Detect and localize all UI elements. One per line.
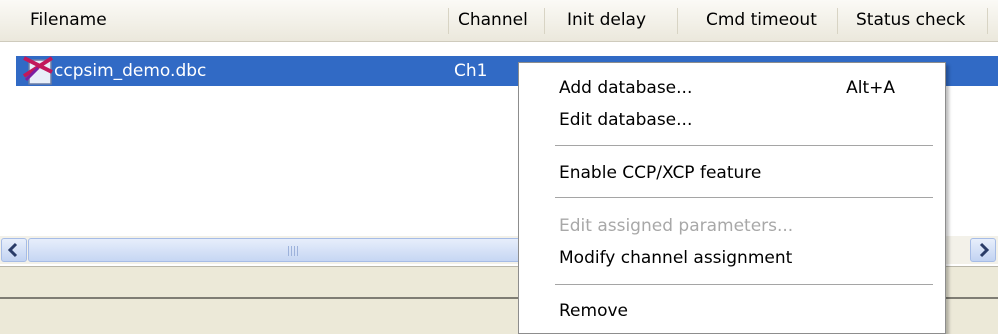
menu-item-edit-database[interactable]: Edit database... bbox=[559, 105, 692, 135]
column-header-channel[interactable]: Channel bbox=[449, 0, 545, 41]
row-channel: Ch1 bbox=[454, 61, 488, 81]
chevron-left-icon bbox=[7, 242, 18, 258]
column-header-status-check[interactable]: Status check bbox=[838, 0, 988, 41]
scrollbar-thumb[interactable] bbox=[28, 238, 560, 262]
menu-item-enable-ccp-xcp[interactable]: Enable CCP/XCP feature bbox=[559, 158, 761, 188]
column-header-init-delay[interactable]: Init delay bbox=[545, 0, 678, 41]
menu-separator bbox=[555, 284, 933, 286]
menu-separator bbox=[555, 197, 933, 199]
menu-separator bbox=[555, 145, 933, 147]
menu-item-remove[interactable]: Remove bbox=[559, 296, 628, 326]
list-header: Filename Channel Init delay Cmd timeout … bbox=[0, 0, 998, 42]
context-menu: Add database... Alt+A Edit database... E… bbox=[518, 62, 946, 334]
scroll-right-button[interactable] bbox=[970, 238, 996, 262]
database-file-icon bbox=[22, 56, 54, 85]
chevron-right-icon bbox=[979, 242, 990, 258]
menu-item-modify-channel-assignment[interactable]: Modify channel assignment bbox=[559, 243, 792, 273]
column-header-filename[interactable]: Filename bbox=[0, 0, 449, 41]
row-filename: ccpsim_demo.dbc bbox=[54, 61, 207, 81]
scrollbar-grip bbox=[288, 246, 300, 256]
menu-item-add-database[interactable]: Add database... bbox=[559, 73, 692, 103]
column-header-cmd-timeout[interactable]: Cmd timeout bbox=[678, 0, 838, 41]
menu-item-edit-assigned-parameters: Edit assigned parameters... bbox=[559, 216, 794, 236]
scroll-left-button[interactable] bbox=[1, 238, 27, 262]
menu-shortcut-add-database: Alt+A bbox=[846, 78, 895, 98]
